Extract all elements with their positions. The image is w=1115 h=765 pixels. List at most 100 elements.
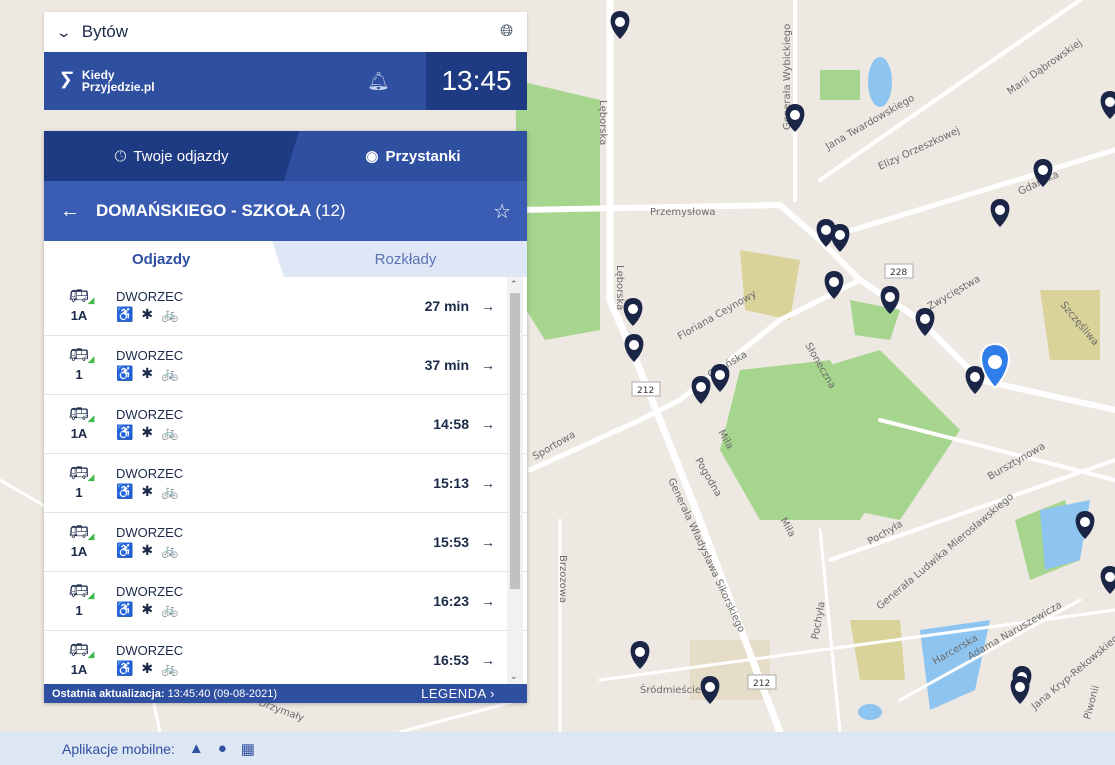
destination: DWORZEC — [116, 289, 184, 304]
realtime-icon: ◢ — [87, 649, 95, 659]
map-label: Przemysłowa — [650, 207, 716, 218]
update-value: 13:45:40 (09-08-2021) — [167, 687, 278, 700]
departure-time: 14:58 — [433, 416, 469, 432]
departure-time: 15:13 — [433, 475, 469, 491]
map-label: Lęborska — [614, 265, 625, 310]
clock-icon: 🕓︎ — [114, 147, 127, 165]
bus-info: 🚌︎ ◢ 1 — [60, 347, 98, 383]
arrow-right-icon[interactable]: → — [481, 652, 495, 668]
stops-pin-icon: ◉ — [365, 148, 379, 165]
arrow-right-icon[interactable]: → — [481, 593, 495, 609]
departure-row[interactable]: 🚌︎ ◢ 1A DWORZEC ♿ ✱ 🚲 14:58 → — [44, 395, 527, 454]
accessibility-icons: ♿ ✱ 🚲 — [116, 365, 181, 381]
destination: DWORZEC — [116, 407, 184, 422]
bus-icon: 🚌︎ — [68, 524, 90, 541]
brand-bar: ⵢ Kiedy Przyjedzie.pl 🔔︎ 13:45 — [44, 52, 527, 110]
city-name: Bytów — [81, 22, 129, 41]
logo-icon: ⵢ — [60, 68, 74, 93]
globe-icon[interactable]: 🌐︎ — [500, 23, 513, 41]
tab-your-departures[interactable]: 🕓︎ Twoje odjazdy — [44, 131, 299, 181]
arrow-right-icon[interactable]: → — [481, 298, 495, 314]
scroll-up-icon[interactable]: ⌃ — [510, 279, 518, 290]
departure-row[interactable]: 🚌︎ ◢ 1A DWORZEC ♿ ✱ 🚲 27 min → — [44, 277, 527, 336]
city-selector[interactable]: ⌄ Bytów 🌐︎ — [44, 12, 527, 52]
main-tabs: 🕓︎ Twoje odjazdy ◉ Przystanki — [44, 131, 527, 181]
departure-row[interactable]: 🚌︎ ◢ 1 DWORZEC ♿ ✱ 🚲 37 min → — [44, 336, 527, 395]
departure-row[interactable]: 🚌︎ ◢ 1A DWORZEC ♿ ✱ 🚲 15:53 → — [44, 513, 527, 572]
road-number-text: 212 — [753, 679, 770, 689]
line-number: 1 — [75, 603, 83, 618]
destination: DWORZEC — [116, 643, 184, 658]
realtime-icon: ◢ — [87, 590, 95, 600]
departure-row[interactable]: 🚌︎ ◢ 1A DWORZEC ♿ ✱ 🚲 16:53 → — [44, 631, 527, 684]
bus-icon: 🚌︎ — [68, 642, 90, 659]
scroll-down-icon[interactable]: ⌄ — [510, 671, 518, 682]
departure-row[interactable]: 🚌︎ ◢ 1 DWORZEC ♿ ✱ 🚲 16:23 → — [44, 572, 527, 631]
arrow-right-icon[interactable]: → — [481, 416, 495, 432]
road-number: 212 — [747, 674, 777, 690]
road-number-text: 228 — [890, 268, 907, 278]
realtime-icon: ◢ — [87, 413, 95, 423]
mobile-apps-label: Aplikacje mobilne: — [62, 740, 175, 757]
logo-line2: Przyjedzie.pl — [81, 80, 155, 94]
arrow-right-icon[interactable]: → — [481, 357, 495, 373]
mobile-apps-bar: Aplikacje mobilne: ▲ ● ▦ — [0, 732, 1115, 765]
legend-link[interactable]: LEGENDA › — [421, 686, 495, 701]
road-number: 212 — [631, 381, 661, 397]
realtime-icon: ◢ — [87, 531, 95, 541]
departure-time: 16:53 — [433, 652, 469, 668]
update-footer: Ostatnia aktualizacja: 13:45:40 (09-08-2… — [44, 684, 527, 703]
bell-icon[interactable]: 🔔︎ — [367, 71, 390, 92]
scrollbar-thumb[interactable] — [510, 293, 520, 589]
legend-label: LEGENDA — [421, 686, 487, 701]
line-number: 1A — [70, 544, 88, 559]
windows-icon[interactable]: ▦ — [241, 740, 255, 758]
destination: DWORZEC — [116, 348, 184, 363]
bus-icon: 🚌︎ — [68, 406, 90, 423]
bus-info: 🚌︎ ◢ 1 — [60, 465, 98, 501]
tab-timetables[interactable]: Rozkłady — [284, 241, 527, 277]
accessibility-icons: ♿ ✱ 🚲 — [116, 660, 181, 676]
realtime-icon: ◢ — [87, 295, 95, 305]
map-label: Lęborska — [597, 100, 608, 145]
departure-row[interactable]: 🚌︎ ◢ 1 DWORZEC ♿ ✱ 🚲 15:13 → — [44, 454, 527, 513]
departure-time: 37 min — [424, 357, 469, 373]
stop-header: ← DOMAŃSKIEGO - SZKOŁA (12) ☆ — [44, 181, 527, 241]
chevron-down-icon[interactable]: ⌄ — [56, 24, 72, 41]
bus-icon: 🚌︎ — [68, 347, 90, 364]
line-number: 1A — [70, 308, 88, 323]
accessibility-icons: ♿ ✱ 🚲 — [116, 601, 181, 617]
bus-info: 🚌︎ ◢ 1A — [60, 289, 98, 324]
road-number-text: 212 — [637, 386, 654, 396]
tab-label: Przystanki — [385, 147, 461, 165]
android-icon[interactable]: ▲ — [189, 740, 204, 757]
scrollbar[interactable]: ⌃ ⌄ — [507, 277, 523, 684]
logo[interactable]: ⵢ Kiedy Przyjedzie.pl — [60, 69, 155, 93]
stop-name: DOMAŃSKIEGO - SZKOŁA — [96, 201, 312, 220]
accessibility-icons: ♿ ✱ 🚲 — [116, 424, 181, 440]
arrow-right-icon[interactable]: → — [481, 475, 495, 491]
departure-time: 27 min — [424, 298, 469, 314]
departures-list[interactable]: 🚌︎ ◢ 1A DWORZEC ♿ ✱ 🚲 27 min → 🚌︎ ◢ 1 DWORZEC ♿ ✱ 🚲… — [44, 277, 527, 684]
accessibility-icons: ♿ ✱ 🚲 — [116, 306, 181, 322]
departure-time: 15:53 — [433, 534, 469, 550]
destination: DWORZEC — [116, 525, 184, 540]
arrow-right-icon[interactable]: → — [481, 534, 495, 550]
apple-icon[interactable]: ● — [218, 740, 227, 757]
favorite-star-icon[interactable]: ☆ — [493, 199, 511, 224]
realtime-icon: ◢ — [87, 472, 95, 482]
clock: 13:45 — [426, 52, 527, 110]
bus-info: 🚌︎ ◢ 1 — [60, 583, 98, 619]
bus-info: 🚌︎ ◢ 1A — [60, 642, 98, 678]
tab-stops[interactable]: ◉ Przystanki — [299, 131, 527, 181]
departures-panel: 🕓︎ Twoje odjazdy ◉ Przystanki ← DOMAŃSKI… — [44, 131, 527, 703]
back-arrow-icon[interactable]: ← — [60, 200, 80, 223]
bus-icon: 🚌︎ — [68, 465, 90, 482]
accessibility-icons: ♿ ✱ 🚲 — [116, 542, 181, 558]
line-number: 1 — [75, 485, 83, 500]
map-label: Brzozowa — [557, 555, 568, 603]
bus-info: 🚌︎ ◢ 1A — [60, 524, 98, 560]
line-number: 1 — [75, 367, 83, 382]
bus-icon: 🚌︎ — [68, 583, 90, 600]
realtime-icon: ◢ — [87, 354, 95, 364]
